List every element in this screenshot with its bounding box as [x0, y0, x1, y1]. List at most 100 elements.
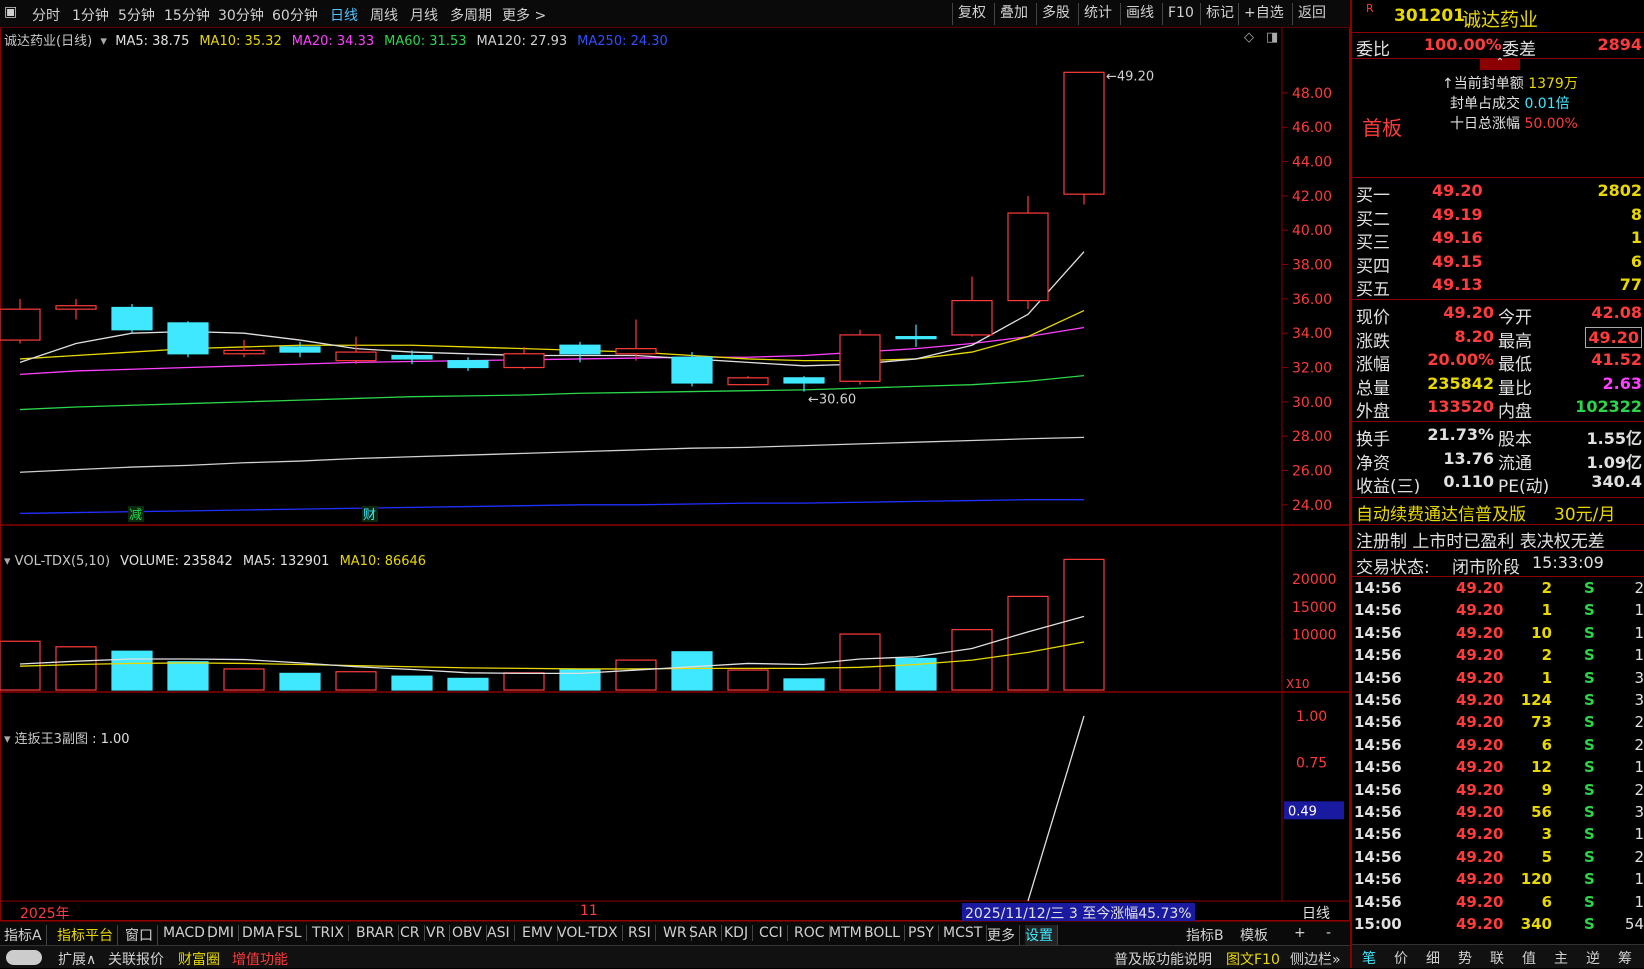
toolbar-button[interactable]: 叠加	[994, 3, 1033, 25]
indicator-right-button[interactable]: 模板	[1240, 925, 1268, 945]
quote-tabs: 笔价细势联值主逆筹	[1352, 944, 1644, 968]
indicator-tab[interactable]: DMA	[242, 925, 280, 941]
toolbar-button[interactable]: +自选	[1238, 3, 1289, 25]
quote-tab[interactable]: 筹	[1618, 948, 1632, 968]
indicator-tab[interactable]: MACD	[163, 925, 210, 941]
toolbar-button[interactable]: 统计	[1078, 3, 1117, 25]
y-axis-label: 30.00	[1292, 395, 1332, 411]
quote-tab[interactable]: 主	[1554, 948, 1568, 968]
indicator-tab[interactable]: 指标平台	[57, 925, 118, 945]
quote-tab[interactable]: 联	[1490, 948, 1504, 968]
period-toolbar: ▣ 分时 1分钟 5分钟 15分钟 30分钟 60分钟 日线 周线 月线 多周期 更多 > 复权 叠加…	[0, 0, 1350, 28]
indicator-tab[interactable]: SAR	[689, 925, 723, 941]
quote-tab[interactable]: 笔	[1362, 948, 1376, 968]
indicator-right-button[interactable]: +	[1294, 925, 1306, 941]
ma250-line	[19, 499, 1084, 515]
indicator-tabs: 指标A 指标平台 窗口 MACD DMI DMA FSL TRIX BRAR CR VR OBV ASI…	[0, 921, 1350, 945]
footer-link[interactable]: 图文F10	[1226, 949, 1280, 969]
indicator-tab[interactable]: MCST	[943, 925, 988, 941]
indicator-tab[interactable]: 更多	[987, 925, 1020, 945]
toolbar-button[interactable]: 复权	[952, 3, 991, 25]
indicator-tab[interactable]: FSL	[277, 925, 307, 941]
stat-row: 总量 235842 量比 2.63	[1356, 373, 1642, 399]
low-label: ←30.60	[808, 393, 856, 408]
indicator-tab[interactable]: VOL-TDX	[557, 925, 623, 941]
stat-row: 涨幅 20.00% 最低 41.52	[1356, 350, 1642, 375]
footer-link[interactable]: 财富圈	[178, 949, 220, 969]
expand-icon[interactable]: ⌃	[1480, 58, 1520, 70]
toolbar-button[interactable]: 画线	[1120, 3, 1159, 25]
candle-body	[391, 354, 433, 360]
footer-link[interactable]: 增值功能	[232, 949, 288, 969]
quote-tab[interactable]: 逆	[1586, 948, 1600, 968]
period-tab[interactable]: 更多 >	[502, 5, 546, 25]
candle-body	[55, 305, 97, 310]
indicator-tab[interactable]: WR	[663, 925, 692, 941]
indicator-tab[interactable]: 指标A	[4, 925, 47, 945]
period-tab[interactable]: 60分钟	[272, 5, 318, 25]
indicator-tab[interactable]: 设置	[1025, 925, 1058, 945]
footer-bar: 扩展∧ 关联报价 财富圈 增值功能 普及版功能说明 图文F10 侧边栏»	[0, 945, 1350, 968]
footer-link[interactable]: 扩展∧	[58, 949, 96, 969]
period-tab[interactable]: 日线	[330, 5, 358, 25]
footer-link[interactable]: 关联报价	[108, 949, 164, 969]
period-tab[interactable]: 15分钟	[164, 5, 210, 25]
y-axis-label: 24.00	[1292, 498, 1332, 514]
ad-row[interactable]: 自动续费通达信普及版 30元/月	[1352, 500, 1644, 525]
y-axis-label: 32.00	[1292, 361, 1332, 377]
indicator-tab[interactable]: 窗口	[125, 925, 158, 945]
indicator-tab[interactable]: DMI	[207, 925, 239, 941]
toolbar-button[interactable]: 多股	[1036, 3, 1075, 25]
toolbar-button[interactable]: 返回	[1292, 3, 1331, 25]
toolbar-button[interactable]: F10	[1162, 3, 1199, 25]
period-tab[interactable]: 多周期	[450, 5, 492, 25]
quote-tab[interactable]: 势	[1458, 948, 1472, 968]
kline-chart[interactable]: 48.00 46.00 44.00 42.00 40.00 38.00 36.00 34.00…	[0, 28, 1350, 921]
period-tab[interactable]: 1分钟	[72, 5, 109, 25]
bid-row: 买四 49.15 6	[1356, 251, 1642, 277]
footer-link[interactable]: 侧边栏»	[1290, 949, 1341, 969]
indicator-tab[interactable]: ASI	[487, 925, 515, 941]
footer-link[interactable]: 普及版功能说明	[1114, 949, 1212, 969]
indicator-tab[interactable]: CR	[400, 925, 425, 941]
toggle-switch[interactable]	[6, 950, 42, 965]
year-label: 2025年	[20, 906, 70, 922]
volume-bar	[391, 675, 433, 691]
indicator-tab[interactable]: BOLL	[864, 925, 905, 941]
indicator-tab[interactable]: ROC	[794, 925, 830, 941]
indicator-tab[interactable]: EMV	[522, 925, 558, 941]
vol-y-axis-label: 10000	[1292, 628, 1337, 644]
period-tab[interactable]: 月线	[410, 5, 438, 25]
period-tab[interactable]: 分时	[32, 5, 60, 25]
quote-tab[interactable]: 价	[1394, 948, 1408, 968]
quote-tab[interactable]: 值	[1522, 948, 1536, 968]
indicator-tab[interactable]: BRAR	[356, 925, 400, 941]
volume-bar	[223, 668, 265, 691]
tick-row: 14:56 49.20 3 S 1	[1354, 825, 1644, 844]
quote-tab[interactable]: 细	[1426, 948, 1440, 968]
indicator-tab[interactable]: MTM	[829, 925, 867, 941]
candle-body	[111, 306, 153, 331]
bid-row: 买三 49.16 1	[1356, 228, 1642, 253]
tick-row: 14:56 49.20 5 S 2	[1354, 847, 1644, 866]
candle-body	[1063, 71, 1105, 195]
indicator-tab[interactable]: TRIX	[312, 925, 349, 941]
period-tab[interactable]: 周线	[370, 5, 398, 25]
indicator-tab[interactable]: RSI	[628, 925, 656, 941]
indicator-tab[interactable]: CCI	[759, 925, 788, 941]
period-tab[interactable]: 5分钟	[118, 5, 155, 25]
menu-icon[interactable]: ▣	[4, 4, 17, 20]
high-label: ←49.20	[1106, 69, 1154, 84]
period-tab[interactable]: 30分钟	[218, 5, 264, 25]
indicator-tab[interactable]: PSY	[908, 925, 939, 941]
indicator-tab[interactable]: OBV	[452, 925, 487, 941]
candle-body	[783, 377, 825, 384]
fundamental-row: 净资 13.76 流通 1.09亿	[1356, 448, 1642, 474]
indicator-right-button[interactable]: 指标B	[1186, 925, 1224, 945]
toolbar-button[interactable]: 标记	[1200, 3, 1239, 25]
stat-row: 涨跌 8.20 最高 49.20	[1352, 326, 1644, 352]
y-axis-label: 48.00	[1292, 86, 1332, 102]
indicator-right-button[interactable]: -	[1326, 925, 1331, 941]
indicator-tab[interactable]: VR	[426, 925, 451, 941]
indicator-tab[interactable]: KDJ	[724, 925, 754, 941]
